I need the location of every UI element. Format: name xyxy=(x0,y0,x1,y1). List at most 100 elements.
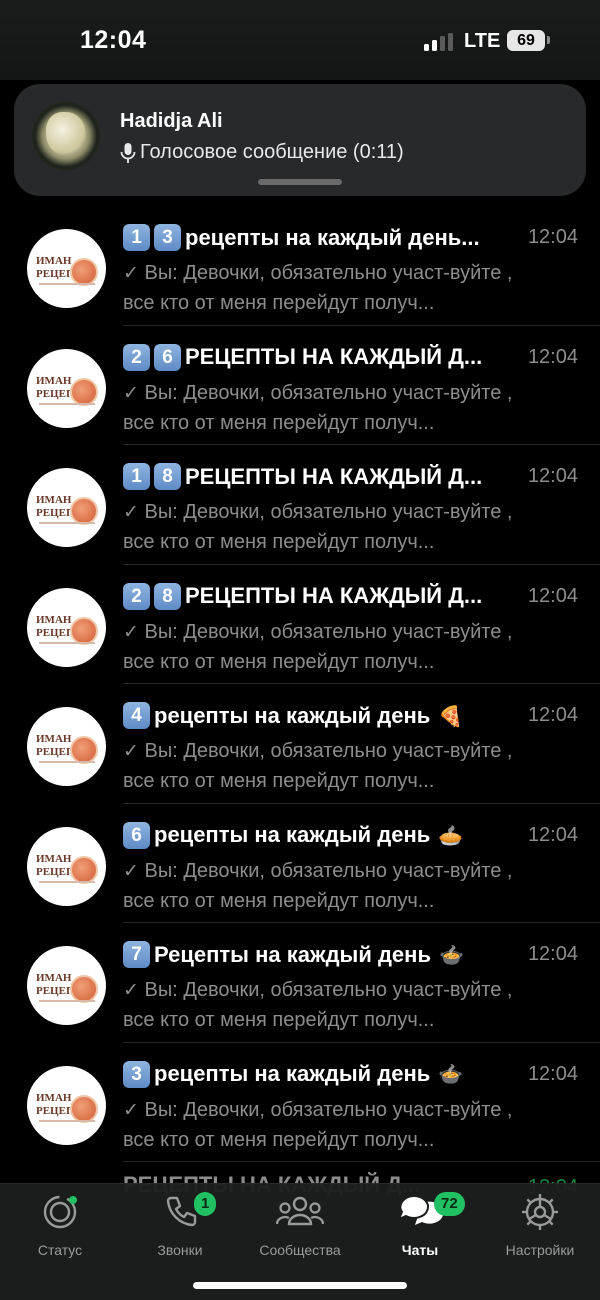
banner-drag-handle[interactable] xyxy=(258,179,342,185)
tab-chats[interactable]: Чаты 72 xyxy=(360,1192,480,1258)
tab-status-label: Статус xyxy=(37,1242,83,1258)
chat-preview-sender: Вы: xyxy=(144,979,178,1001)
chat-avatar[interactable]: ИМАН РЕЦЕПТЫ xyxy=(27,946,106,1025)
sent-check-icon: ✓ xyxy=(123,859,139,882)
sent-check-icon: ✓ xyxy=(123,740,139,762)
chat-preview-text: Девочки, обязательно участ-вуйте , все к… xyxy=(123,979,513,1031)
chat-title-emoji: 🥧 xyxy=(438,823,464,847)
sent-check-icon: ✓ xyxy=(123,501,139,523)
sent-check-icon: ✓ xyxy=(123,381,139,404)
chat-row[interactable]: ИМАН РЕЦЕПТЫ 13 рецепты на каждый день..… xyxy=(0,206,600,326)
keycap-digit-icon: 6 xyxy=(154,343,181,371)
chat-title: 6 рецепты на каждый день 🥧 xyxy=(123,821,513,849)
notification-banner[interactable]: Hadidja Ali Голосовое сообщение (0:11) xyxy=(14,84,586,196)
keycap-digit-icon: 1 xyxy=(123,224,150,251)
pizza-logo-icon xyxy=(70,1094,98,1123)
chat-list: ИМАН РЕЦЕПТЫ 13 рецепты на каждый день..… xyxy=(0,206,600,1162)
chat-avatar[interactable]: ИМАН РЕЦЕПТЫ xyxy=(27,826,106,906)
chat-preview-text: Девочки, обязательно участ-вуйте , все к… xyxy=(123,501,513,553)
chat-preview-text: Девочки, обязательно участ-вуйте , все к… xyxy=(123,381,513,434)
chat-title-emoji: 🍕 xyxy=(438,703,464,728)
chat-avatar[interactable]: ИМАН РЕЦЕПТЫ xyxy=(27,1065,106,1145)
chat-time: 12:04 xyxy=(527,943,578,965)
chat-title: 7 Рецепты на каждый день 🍲 xyxy=(123,941,513,968)
microphone-icon xyxy=(120,142,136,164)
chat-title-text: рецепты на каждый день... xyxy=(185,224,480,250)
chat-time: 12:04 xyxy=(527,584,578,607)
pizza-logo-icon xyxy=(70,258,98,286)
chat-title: 13 рецепты на каждый день... xyxy=(123,224,513,251)
chat-title-text: рецепты на каждый день xyxy=(154,702,431,728)
chat-title: 4 рецепты на каждый день 🍕 xyxy=(123,702,513,729)
chat-row[interactable]: ИМАН РЕЦЕПТЫ 18 РЕЦЕПТЫ НА КАЖДЫЙ Д... 1… xyxy=(0,445,600,565)
chat-title-text: Рецепты на каждый день xyxy=(154,941,431,967)
tab-calls-label: Звонки xyxy=(157,1242,203,1258)
chat-row[interactable]: ИМАН РЕЦЕПТЫ 7 Рецепты на каждый день 🍲 … xyxy=(0,923,600,1043)
avatar-logo-underline xyxy=(39,522,95,524)
chat-preview: ✓ Вы: Девочки, обязательно участ-вуйте ,… xyxy=(123,497,543,557)
notification-message-text: Голосовое сообщение (0:11) xyxy=(140,141,404,163)
tab-status[interactable]: Статус xyxy=(0,1192,120,1258)
chat-time: 12:04 xyxy=(527,704,578,726)
keycap-digit-icon: 8 xyxy=(154,463,181,490)
keycap-digit-icon: 3 xyxy=(154,224,181,251)
chat-preview-sender: Вы: xyxy=(144,262,178,284)
chat-avatar[interactable]: ИМАН РЕЦЕПТЫ xyxy=(27,229,106,308)
keycap-digit-icon: 3 xyxy=(123,1060,150,1088)
chat-preview-sender: Вы: xyxy=(144,620,178,643)
keycap-digit-icon: 1 xyxy=(123,463,150,490)
tab-communities[interactable]: Сообщества xyxy=(240,1192,360,1258)
pizza-logo-icon xyxy=(70,616,98,645)
chat-time: 12:04 xyxy=(527,465,578,487)
pizza-logo-icon xyxy=(70,736,98,764)
keycap-digit-icon: 4 xyxy=(123,702,150,729)
chat-preview: ✓ Вы: Девочки, обязательно участ-вуйте ,… xyxy=(123,617,543,677)
keycap-digit-icon: 7 xyxy=(123,941,150,968)
pizza-logo-icon xyxy=(70,855,98,884)
calls-badge: 1 xyxy=(194,1192,217,1216)
chat-preview-sender: Вы: xyxy=(144,859,178,882)
chat-preview: ✓ Вы: Девочки, обязательно участ-вуйте ,… xyxy=(123,1095,543,1155)
home-indicator[interactable] xyxy=(193,1282,407,1289)
battery-tip xyxy=(547,36,550,44)
chat-avatar[interactable]: ИМАН РЕЦЕПТЫ xyxy=(27,707,106,786)
chat-avatar[interactable]: ИМАН РЕЦЕПТЫ xyxy=(27,587,106,667)
chat-row[interactable]: ИМАН РЕЦЕПТЫ 4 рецепты на каждый день 🍕 … xyxy=(0,684,600,804)
chat-title-text: рецепты на каждый день xyxy=(154,1061,431,1086)
avatar-logo-underline xyxy=(39,402,95,405)
settings-icon xyxy=(480,1192,600,1232)
chat-title-text: РЕЦЕПТЫ НА КАЖДЫЙ Д... xyxy=(185,583,483,608)
chat-row[interactable]: ИМАН РЕЦЕПТЫ 26 РЕЦЕПТЫ НА КАЖДЫЙ Д... 1… xyxy=(0,326,600,445)
chat-title-text: рецепты на каждый день xyxy=(154,822,431,847)
avatar-logo-underline xyxy=(39,1119,95,1122)
chat-avatar[interactable]: ИМАН РЕЦЕПТЫ xyxy=(27,348,106,428)
chat-preview-sender: Вы: xyxy=(144,501,178,523)
status-time: 12:04 xyxy=(80,26,147,54)
chat-preview: ✓ Вы: Девочки, обязательно участ-вуйте ,… xyxy=(123,736,543,796)
chat-title-text: РЕЦЕПТЫ НА КАЖДЫЙ Д... xyxy=(185,463,483,489)
chat-preview-text: Девочки, обязательно участ-вуйте , все к… xyxy=(123,1098,513,1151)
chat-time: 12:04 xyxy=(527,823,578,846)
chat-preview: ✓ Вы: Девочки, обязательно участ-вуйте ,… xyxy=(123,378,543,438)
chat-preview: ✓ Вы: Девочки, обязательно участ-вуйте ,… xyxy=(123,856,543,916)
chat-time: 12:04 xyxy=(527,1062,578,1085)
tab-settings[interactable]: Настройки xyxy=(480,1192,600,1258)
chat-avatar[interactable]: ИМАН РЕЦЕПТЫ xyxy=(27,468,106,547)
chat-preview: ✓ Вы: Девочки, обязательно участ-вуйте ,… xyxy=(123,975,543,1035)
chat-preview-text: Девочки, обязательно участ-вуйте , все к… xyxy=(123,262,513,314)
chat-title: 3 рецепты на каждый день 🍲 xyxy=(123,1060,513,1088)
cellular-signal-icon xyxy=(424,33,454,51)
tab-chats-label: Чаты xyxy=(401,1242,439,1258)
sent-check-icon: ✓ xyxy=(123,620,139,643)
sent-check-icon: ✓ xyxy=(123,979,139,1001)
chat-row[interactable]: ИМАН РЕЦЕПТЫ 3 рецепты на каждый день 🍲 … xyxy=(0,1043,600,1162)
chat-title: 26 РЕЦЕПТЫ НА КАЖДЫЙ Д... xyxy=(123,343,513,371)
status-bar: 12:04 LTE 69 xyxy=(0,0,600,80)
chat-preview-text: Девочки, обязательно участ-вуйте , все к… xyxy=(123,740,513,792)
chat-row[interactable]: ИМАН РЕЦЕПТЫ 28 РЕЦЕПТЫ НА КАЖДЫЙ Д... 1… xyxy=(0,565,600,684)
chat-row[interactable]: ИМАН РЕЦЕПТЫ 6 рецепты на каждый день 🥧 … xyxy=(0,804,600,923)
sent-check-icon: ✓ xyxy=(123,262,139,284)
tab-calls[interactable]: Звонки 1 xyxy=(120,1192,240,1258)
chat-title: 18 РЕЦЕПТЫ НА КАЖДЫЙ Д... xyxy=(123,463,513,490)
notification-avatar xyxy=(32,102,100,170)
